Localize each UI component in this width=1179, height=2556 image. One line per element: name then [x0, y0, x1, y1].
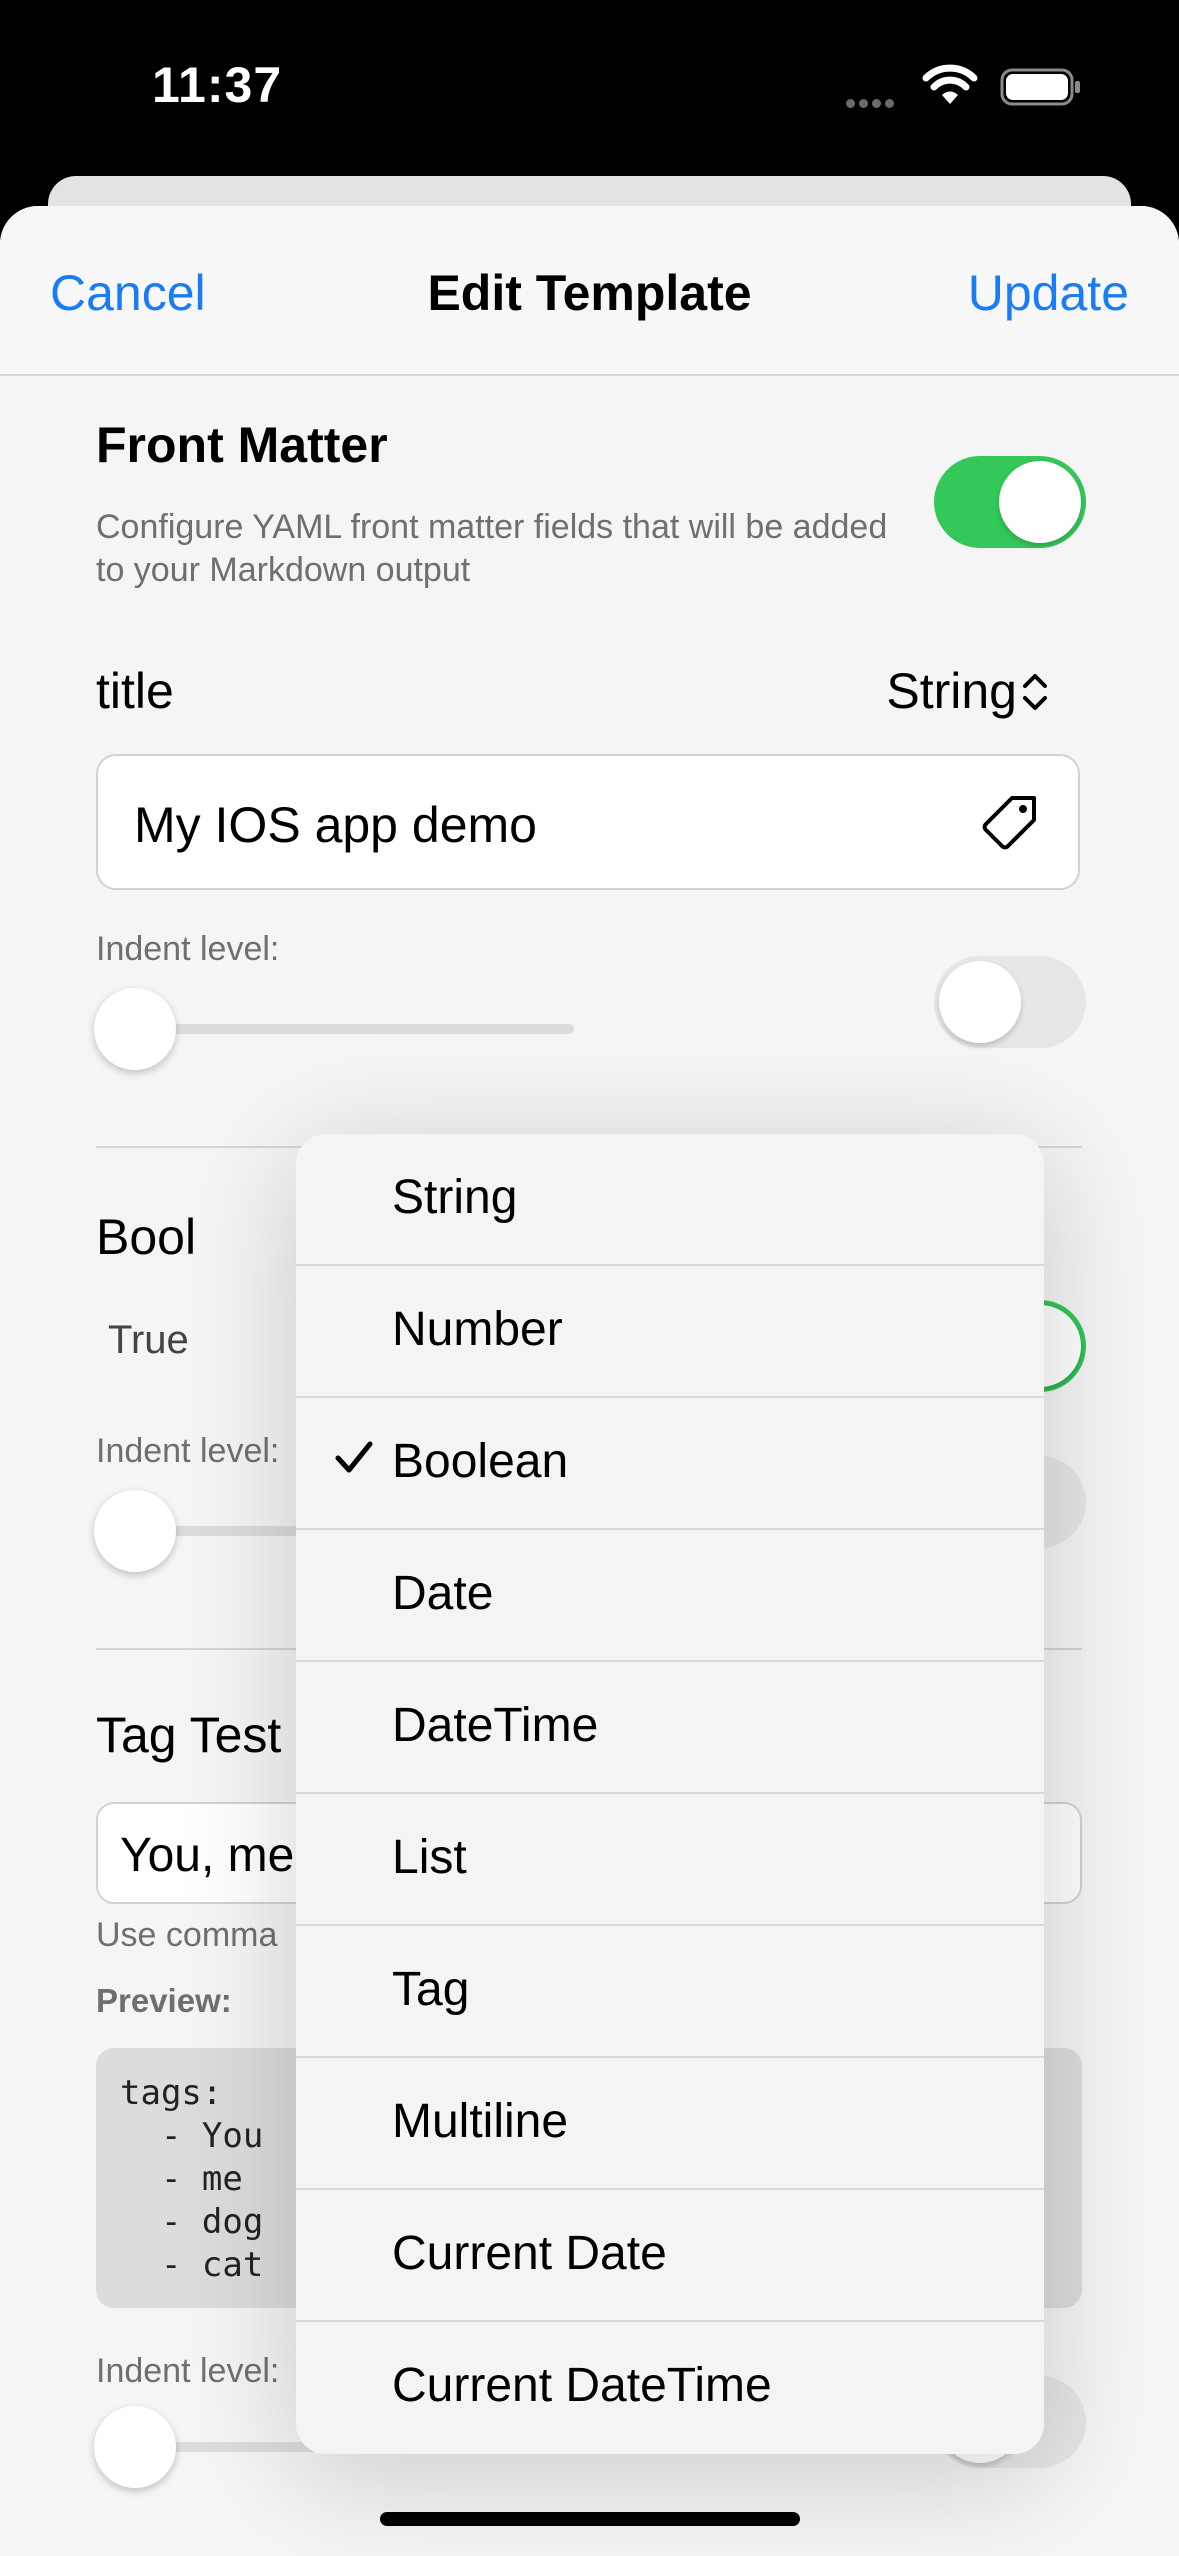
- menu-item-datetime[interactable]: DateTime: [296, 1662, 1044, 1794]
- indent-slider-knob[interactable]: [94, 1490, 176, 1572]
- status-time: 11:37: [152, 57, 283, 113]
- tag-helper-text: Use comma: [96, 1916, 278, 1954]
- front-matter-toggle[interactable]: [934, 456, 1086, 548]
- indent-level-label: Indent level:: [96, 2352, 280, 2390]
- bool-value: True: [108, 1318, 189, 1362]
- indent-slider-knob[interactable]: [94, 988, 176, 1070]
- yaml-preview-text: tags: - You - me - dog - cat: [120, 2073, 264, 2285]
- wifi-icon: [922, 64, 978, 104]
- tag-icon[interactable]: [978, 792, 1042, 856]
- title-toggle[interactable]: [934, 956, 1086, 1048]
- indent-level-label: Indent level:: [96, 1432, 280, 1470]
- home-indicator[interactable]: [380, 2512, 800, 2526]
- preview-label: Preview:: [96, 1982, 232, 2019]
- menu-item-current-datetime[interactable]: Current DateTime: [296, 2322, 1044, 2454]
- indent-slider-knob[interactable]: [94, 2406, 176, 2488]
- title-value: My IOS app demo: [134, 797, 537, 853]
- menu-item-string[interactable]: String: [296, 1134, 1044, 1266]
- chevron-up-down-icon[interactable]: [1021, 670, 1049, 714]
- indent-level-label: Indent level:: [96, 930, 280, 968]
- type-selector-title[interactable]: String: [886, 662, 1017, 720]
- navigation-bar: Cancel Edit Template Update: [0, 206, 1179, 376]
- checkmark-icon: [335, 1441, 373, 1473]
- menu-item-list[interactable]: List: [296, 1794, 1044, 1926]
- front-matter-title: Front Matter: [96, 417, 388, 473]
- menu-item-multiline[interactable]: Multiline: [296, 2058, 1044, 2190]
- status-bar: 11:37: [0, 0, 1179, 180]
- front-matter-description: Configure YAML front matter fields that …: [96, 508, 888, 589]
- title-value-field[interactable]: My IOS app demo: [96, 754, 1080, 890]
- cellular-signal-icon: [846, 95, 898, 113]
- field-name-bool: Bool: [96, 1209, 197, 1265]
- menu-item-tag[interactable]: Tag: [296, 1926, 1044, 2058]
- menu-item-number[interactable]: Number: [296, 1266, 1044, 1398]
- update-button[interactable]: Update: [968, 264, 1129, 322]
- menu-item-date[interactable]: Date: [296, 1530, 1044, 1662]
- tag-test-value: You, me: [120, 1829, 295, 1882]
- menu-item-boolean[interactable]: Boolean: [296, 1398, 1044, 1530]
- menu-item-current-date[interactable]: Current Date: [296, 2190, 1044, 2322]
- field-name-tag-test: Tag Test: [96, 1707, 282, 1763]
- battery-icon: [1000, 68, 1080, 106]
- field-name-title: title: [96, 663, 174, 719]
- type-dropdown-menu: String Number Boolean Date DateTime List…: [296, 1134, 1044, 2454]
